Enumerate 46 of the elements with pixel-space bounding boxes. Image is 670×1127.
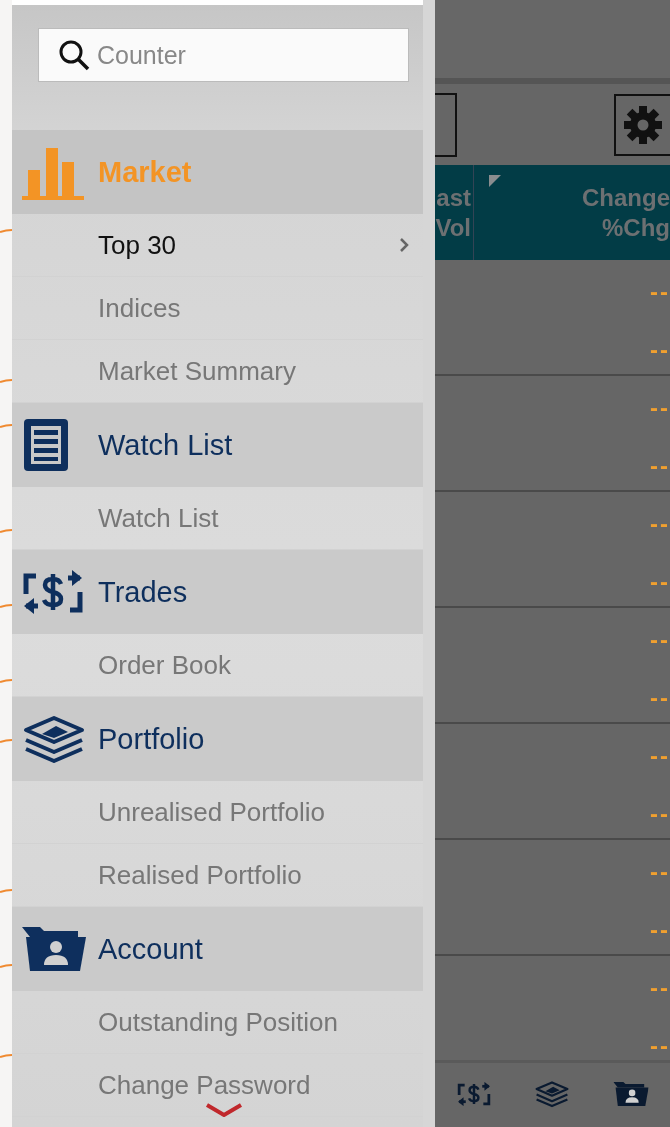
table-cell: -- <box>650 860 670 884</box>
table-cell: -- <box>650 802 670 826</box>
settings-icon <box>623 105 663 145</box>
user-folder-icon[interactable] <box>612 1080 649 1108</box>
connector-line <box>0 379 12 383</box>
layers-icon <box>22 714 86 764</box>
table-cell: -- <box>650 396 670 420</box>
table-cell: -- <box>650 280 670 304</box>
table-cell: -- <box>650 918 670 942</box>
table-cell: -- <box>650 1034 670 1058</box>
section-header[interactable]: Watch List <box>12 403 423 487</box>
column-header[interactable]: Change <box>582 182 670 213</box>
connector-line <box>0 964 12 968</box>
section-header[interactable]: Trades <box>12 550 423 634</box>
table-cell: -- <box>650 628 670 652</box>
section-header[interactable]: Account <box>12 907 423 991</box>
table-cell: -- <box>650 570 670 594</box>
chevron-right-icon <box>399 237 409 253</box>
connector-line <box>0 739 12 743</box>
table-cell: -- <box>650 976 670 1000</box>
connector-line <box>0 424 12 428</box>
table-cell: -- <box>650 686 670 710</box>
connector-line <box>0 679 12 683</box>
table-cell: -- <box>650 454 670 478</box>
section-header[interactable]: Portfolio <box>12 697 423 781</box>
column-header[interactable]: ast <box>436 182 471 213</box>
table-cell: -- <box>650 744 670 768</box>
connector-line <box>0 889 12 893</box>
document-icon <box>22 417 70 473</box>
user-folder-icon <box>22 925 86 973</box>
search-icon <box>58 39 90 71</box>
connector-line <box>0 529 12 533</box>
search-field[interactable]: Counter <box>38 28 409 82</box>
table-cell: -- <box>650 512 670 536</box>
chevron-down-icon[interactable] <box>204 1103 243 1117</box>
connector-line <box>0 229 12 233</box>
toolbar-button[interactable] <box>435 93 457 157</box>
connector-line <box>0 1054 12 1058</box>
table-cell: -- <box>650 338 670 362</box>
currency-exchange-icon[interactable] <box>456 1081 491 1107</box>
column-subheader: Vol <box>435 212 471 243</box>
connector-line <box>0 604 12 608</box>
currency-exchange-icon <box>22 570 84 614</box>
layers-icon[interactable] <box>533 1080 570 1108</box>
column-subheader: %Chg <box>602 212 670 243</box>
settings-button[interactable] <box>614 94 670 156</box>
